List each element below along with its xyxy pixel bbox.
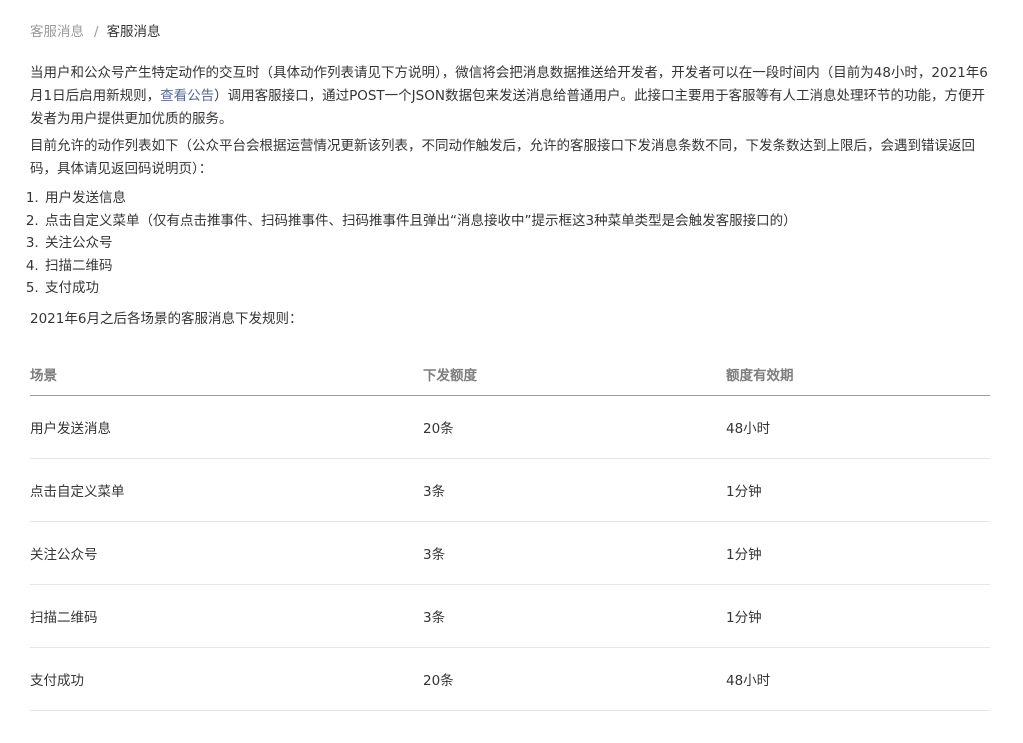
list-item: 支付成功 (43, 277, 990, 300)
cell-scene: 扫描二维码 (30, 584, 423, 648)
breadcrumb-parent-link[interactable]: 客服消息 (30, 22, 84, 42)
cell-validity: 48小时 (726, 395, 990, 459)
breadcrumb: 客服消息 / 客服消息 (30, 22, 161, 42)
table-row: 点击自定义菜单 3条 1分钟 (30, 458, 990, 522)
main-content: 当用户和公众号产生特定动作的交互时（具体动作列表请见下方说明），微信将会把消息数… (30, 62, 990, 331)
column-header-scene: 场景 (30, 353, 423, 396)
cell-validity: 48小时 (726, 647, 990, 711)
allowed-actions-intro: 目前允许的动作列表如下（公众平台会根据运营情况更新该列表，不同动作触发后，允许的… (30, 138, 975, 177)
cell-validity: 1分钟 (726, 521, 990, 585)
table-row: 支付成功 20条 48小时 (30, 647, 990, 711)
breadcrumb-separator: / (94, 24, 99, 40)
table-row: 扫描二维码 3条 1分钟 (30, 584, 990, 648)
breadcrumb-current: 客服消息 (106, 24, 161, 40)
cell-scene: 点击自定义菜单 (30, 458, 423, 522)
table-row: 用户发送消息 20条 48小时 (30, 395, 990, 459)
rules-title: 2021年6月之后各场景的客服消息下发规则： (30, 310, 303, 327)
page: 客服消息 / 客服消息 当用户和公众号产生特定动作的交互时（具体动作列表请见下方… (0, 0, 1023, 743)
list-item: 点击自定义菜单（仅有点击推事件、扫码推事件、扫码推事件且弹出“消息接收中”提示框… (43, 210, 990, 233)
list-item: 关注公众号 (43, 232, 990, 255)
table-header-row: 场景 下发额度 额度有效期 (30, 353, 990, 396)
cell-quota: 3条 (423, 458, 726, 522)
column-header-validity: 额度有效期 (726, 353, 990, 396)
rules-table: 场景 下发额度 额度有效期 用户发送消息 20条 48小时 点击自定义菜单 3条… (30, 353, 990, 711)
cell-quota: 20条 (423, 647, 726, 711)
cell-scene: 用户发送消息 (30, 395, 423, 459)
table-row: 关注公众号 3条 1分钟 (30, 521, 990, 585)
column-header-quota: 下发额度 (423, 353, 726, 396)
cell-validity: 1分钟 (726, 584, 990, 648)
actions-list: 用户发送信息 点击自定义菜单（仅有点击推事件、扫码推事件、扫码推事件且弹出“消息… (30, 187, 990, 300)
intro-paragraph: 当用户和公众号产生特定动作的交互时（具体动作列表请见下方说明），微信将会把消息数… (30, 62, 990, 131)
list-item: 扫描二维码 (43, 255, 990, 278)
view-notice-link[interactable]: 查看公告 (160, 88, 214, 104)
cell-quota: 3条 (423, 521, 726, 585)
cell-quota: 3条 (423, 584, 726, 648)
cell-scene: 支付成功 (30, 647, 423, 711)
list-item: 用户发送信息 (43, 187, 990, 210)
cell-validity: 1分钟 (726, 458, 990, 522)
cell-quota: 20条 (423, 395, 726, 459)
cell-scene: 关注公众号 (30, 521, 423, 585)
